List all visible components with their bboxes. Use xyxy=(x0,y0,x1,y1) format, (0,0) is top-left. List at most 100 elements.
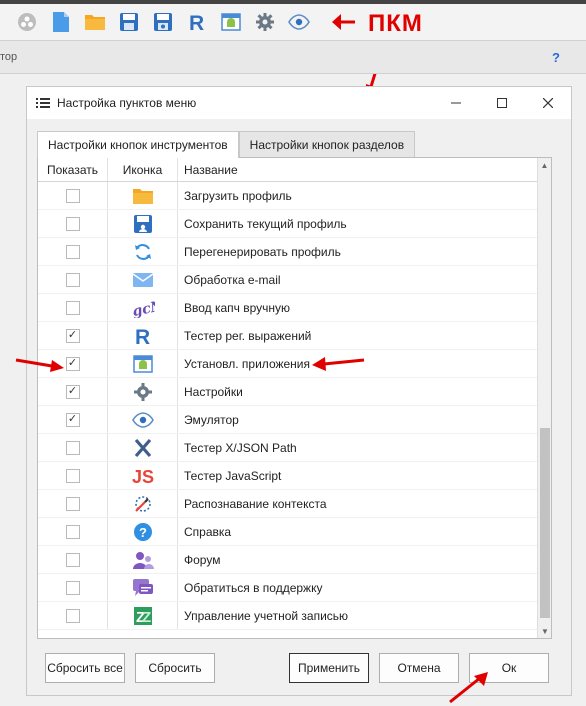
logo-icon[interactable] xyxy=(10,6,44,38)
show-cell xyxy=(38,602,108,629)
minimize-button[interactable] xyxy=(433,87,479,119)
show-checkbox[interactable]: ✓ xyxy=(65,356,80,371)
show-checkbox[interactable]: ✓ xyxy=(65,328,80,343)
item-name: Загрузить профиль xyxy=(184,188,292,203)
save-as-icon[interactable] xyxy=(146,6,180,38)
menu-items-grid: Показать Иконка Название Загрузить профи… xyxy=(37,157,552,639)
open-folder-icon[interactable] xyxy=(78,6,112,38)
show-checkbox[interactable] xyxy=(65,188,80,203)
annotation-arrow-left xyxy=(332,14,355,30)
show-checkbox[interactable] xyxy=(65,300,80,315)
minimize-icon xyxy=(451,102,461,104)
tab-section-buttons[interactable]: Настройки кнопок разделов xyxy=(238,131,416,157)
help-button[interactable]: ? xyxy=(552,50,560,65)
show-checkbox[interactable]: ✓ xyxy=(65,412,80,427)
table-row[interactable]: Тестер X/JSON Path xyxy=(38,434,538,462)
item-name: Эмулятор xyxy=(184,412,239,427)
table-row[interactable]: ✓ Настройки xyxy=(38,378,538,406)
save-profile-icon xyxy=(108,210,178,237)
column-header-show[interactable]: Показать xyxy=(38,158,108,181)
show-cell xyxy=(38,518,108,545)
show-checkbox[interactable] xyxy=(65,580,80,595)
show-cell xyxy=(38,574,108,601)
dialog-title: Настройка пунктов меню xyxy=(57,96,197,110)
svg-text:JS: JS xyxy=(132,467,154,486)
reset-all-button[interactable]: Сбросить все xyxy=(45,653,125,683)
table-row[interactable]: ✓ R Тестер рег. выражений xyxy=(38,322,538,350)
show-checkbox[interactable] xyxy=(65,468,80,483)
annotation-arrow-row-left xyxy=(15,358,64,372)
item-name: Обратиться в поддержку xyxy=(184,580,323,595)
table-row[interactable]: Обратиться в поддержку xyxy=(38,574,538,602)
show-cell xyxy=(38,490,108,517)
table-row[interactable]: ? Справка xyxy=(38,518,538,546)
table-row[interactable]: Распознавание контекста xyxy=(38,490,538,518)
table-row[interactable]: gcN Ввод капч вручную xyxy=(38,294,538,322)
item-name: Распознавание контекста xyxy=(184,496,327,511)
column-header-icon[interactable]: Иконка xyxy=(108,158,178,181)
menu-settings-dialog: Настройка пунктов меню Настройки кнопок … xyxy=(26,86,572,696)
maximize-button[interactable] xyxy=(479,87,525,119)
support-icon xyxy=(108,574,178,601)
svg-text:R: R xyxy=(135,326,150,347)
column-header-name[interactable]: Название xyxy=(178,158,551,181)
vertical-scrollbar[interactable]: ▲ ▼ xyxy=(537,158,551,638)
dialog-titlebar: Настройка пунктов меню xyxy=(27,87,571,119)
maximize-icon xyxy=(497,98,507,108)
forum-icon xyxy=(108,546,178,573)
show-checkbox[interactable] xyxy=(65,440,80,455)
table-row[interactable]: Загрузить профиль xyxy=(38,182,538,210)
show-cell xyxy=(38,182,108,209)
table-row[interactable]: Сохранить текущий профиль xyxy=(38,210,538,238)
item-name: Тестер X/JSON Path xyxy=(184,440,297,455)
close-button[interactable] xyxy=(525,87,571,119)
show-checkbox[interactable] xyxy=(65,272,80,287)
scroll-thumb[interactable] xyxy=(540,428,550,618)
item-name: Сохранить текущий профиль xyxy=(184,216,347,231)
table-row[interactable]: Форум xyxy=(38,546,538,574)
scroll-up-icon[interactable]: ▲ xyxy=(538,158,551,172)
eye-icon[interactable] xyxy=(282,6,316,38)
table-row[interactable]: JS Тестер JavaScript xyxy=(38,462,538,490)
item-name: Перегенерировать профиль xyxy=(184,244,341,259)
item-name: Тестер рег. выражений xyxy=(184,328,312,343)
regex-tester-icon[interactable]: R xyxy=(180,6,214,38)
reset-button[interactable]: Сбросить xyxy=(135,653,215,683)
show-checkbox[interactable] xyxy=(65,552,80,567)
annotation-label: ПКМ xyxy=(368,10,423,37)
show-checkbox[interactable] xyxy=(65,608,80,623)
js-icon: JS xyxy=(108,462,178,489)
eye-icon xyxy=(108,406,178,433)
apply-button[interactable]: Применить xyxy=(289,653,369,683)
top-toolbar: R ПКМ xyxy=(0,0,586,40)
table-row[interactable]: Обработка e-mail xyxy=(38,266,538,294)
show-checkbox[interactable] xyxy=(65,496,80,511)
show-checkbox[interactable] xyxy=(65,524,80,539)
account-icon: ZZ xyxy=(108,602,178,629)
table-row[interactable]: Перегенерировать профиль xyxy=(38,238,538,266)
table-row[interactable]: ✓ Эмулятор xyxy=(38,406,538,434)
show-checkbox[interactable] xyxy=(65,244,80,259)
item-name: Управление учетной записью xyxy=(184,608,349,623)
new-file-icon[interactable] xyxy=(44,6,78,38)
save-icon[interactable] xyxy=(112,6,146,38)
table-row[interactable]: Z Z Управление учетной записью xyxy=(38,602,538,630)
scroll-down-icon[interactable]: ▼ xyxy=(538,624,552,638)
show-checkbox[interactable]: ✓ xyxy=(65,384,80,399)
item-name: Тестер JavaScript xyxy=(184,468,282,483)
gear-icon[interactable] xyxy=(248,6,282,38)
svg-text:R: R xyxy=(189,12,204,33)
show-cell xyxy=(38,266,108,293)
android-icon[interactable] xyxy=(214,6,248,38)
truncated-label: тор xyxy=(0,51,18,63)
table-row[interactable]: ✓ Установл. приложения xyxy=(38,350,538,378)
android-icon xyxy=(108,350,178,377)
svg-text:?: ? xyxy=(139,525,147,540)
show-cell xyxy=(38,210,108,237)
show-checkbox[interactable] xyxy=(65,216,80,231)
dialog-tabs: Настройки кнопок инструментов Настройки … xyxy=(37,131,416,158)
email-icon xyxy=(108,266,178,293)
tab-tool-buttons[interactable]: Настройки кнопок инструментов xyxy=(37,131,239,158)
svg-text:Z: Z xyxy=(142,609,151,626)
close-icon xyxy=(543,98,553,108)
